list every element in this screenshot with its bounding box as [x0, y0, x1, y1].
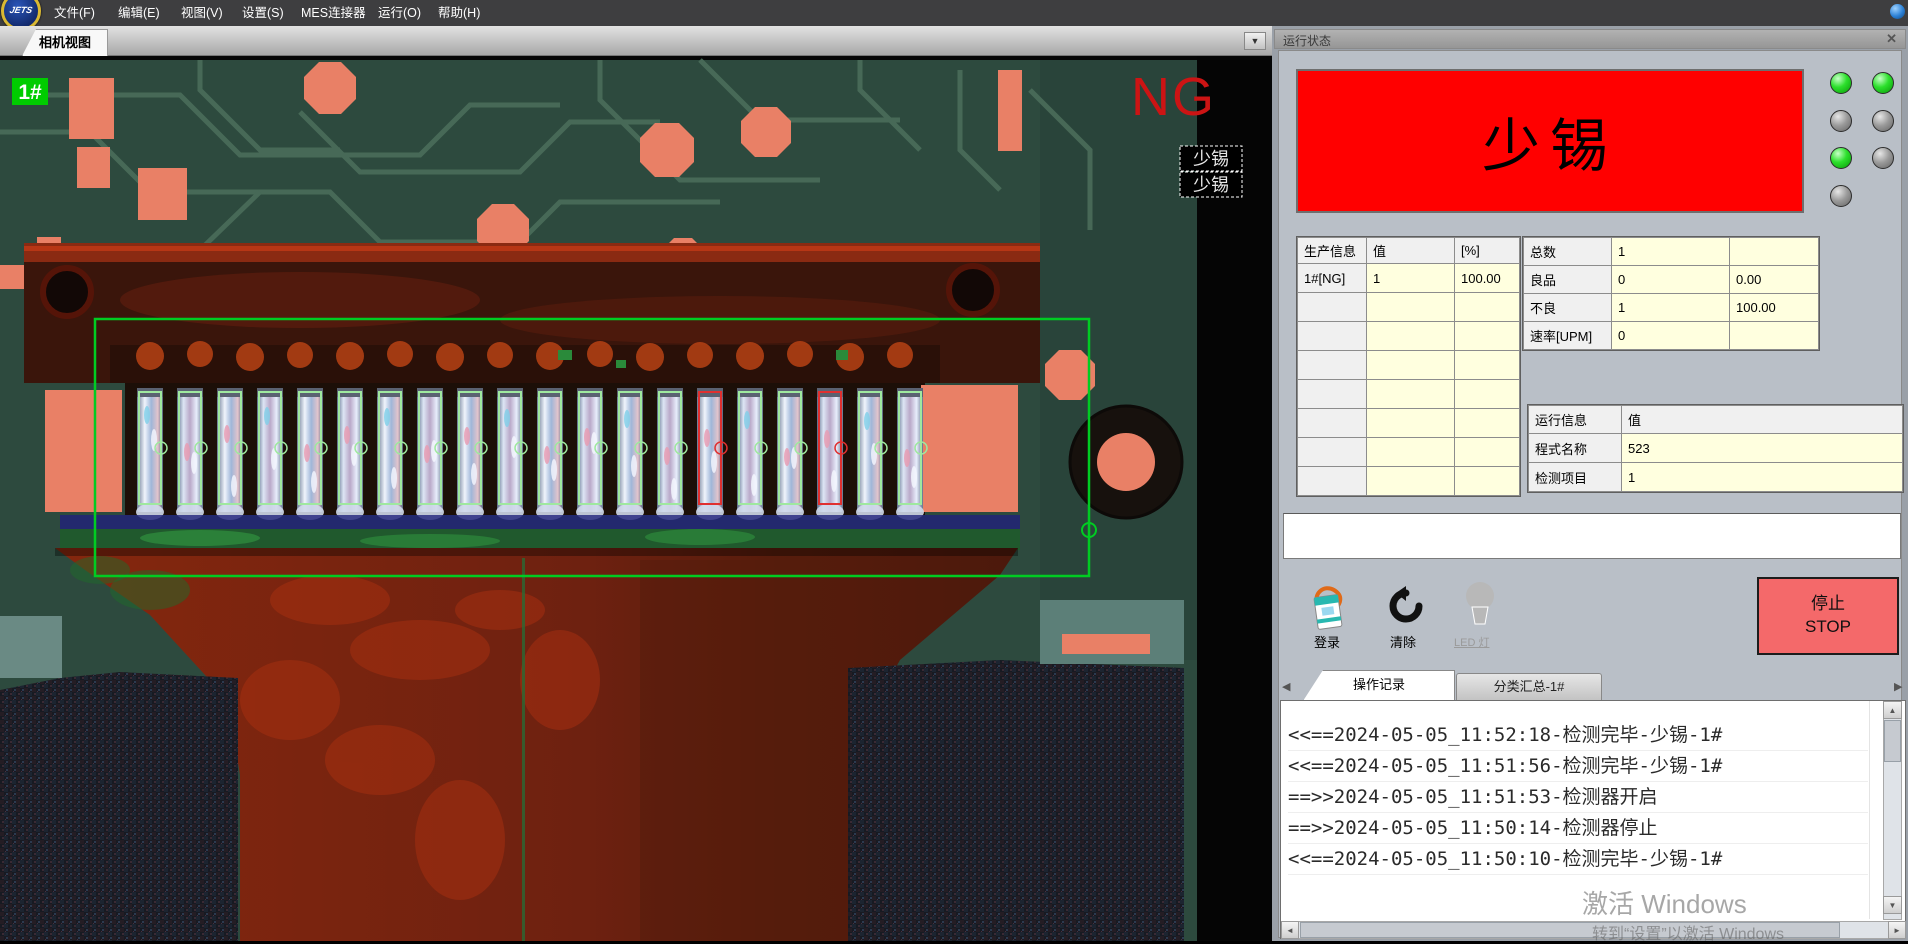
tab-operation-log[interactable]: 操作记录 — [1303, 670, 1455, 701]
alarm-text: 少锡 — [1482, 99, 1618, 183]
log-entry-4: <<==2024-05-05_11:50:10-检测完毕-少锡-1# — [1288, 844, 1868, 875]
panel-title: 运行状态 — [1283, 32, 1331, 49]
menu-item-6[interactable]: 帮助(H) — [432, 0, 486, 26]
end-pad-right — [921, 385, 1018, 512]
tab-category-summary[interactable]: 分类汇总-1# — [1456, 673, 1602, 701]
stop-label-en: STOP — [1805, 616, 1851, 639]
login-icon[interactable] — [1310, 582, 1354, 630]
scroll-left-icon[interactable]: ◄ — [1281, 921, 1299, 939]
scroll-right-icon[interactable]: ► — [1888, 921, 1906, 939]
pcb-edge-left — [0, 616, 62, 678]
windows-watermark-line2: 转到“设置”以激活 Windows — [1592, 920, 1784, 944]
app-logo-text: JETS — [3, 5, 39, 15]
stop-label-cn: 停止 — [1811, 593, 1845, 616]
cable-center-line — [522, 558, 525, 941]
indicator-light-2-1 — [1872, 147, 1894, 169]
production-table: 生产信息值[%]1#[NG]1100.00 — [1297, 237, 1520, 496]
menu-item-4[interactable]: MES连接器 — [295, 0, 372, 26]
close-icon[interactable]: ✕ — [1886, 31, 1897, 47]
camera-dropdown-button[interactable]: ▼ — [1244, 32, 1266, 50]
log-entry-2: ==>>2024-05-05_11:51:53-检测器开启 — [1288, 782, 1868, 813]
connector-hole-left — [43, 268, 91, 316]
operation-log-list: <<==2024-05-05_11:52:18-检测完毕-少锡-1#<<==20… — [1288, 720, 1868, 875]
indicator-light-2-0 — [1830, 147, 1852, 169]
login-button[interactable]: 登录 — [1314, 632, 1340, 651]
fiducial-pad — [1070, 406, 1182, 518]
defect-tag-0: 少锡 — [1193, 149, 1229, 169]
scroll-up-icon[interactable]: ▲ — [1883, 701, 1902, 719]
led-lamp-icon[interactable] — [1462, 580, 1498, 628]
connector-hole-right — [949, 266, 997, 314]
stop-button[interactable]: 停止 STOP — [1757, 577, 1899, 655]
solder-mask-band — [60, 515, 1020, 529]
log-entry-3: ==>>2024-05-05_11:50:14-检测器停止 — [1288, 813, 1868, 844]
summary-table: 总数1良品00.00不良1100.00速率[UPM]0 — [1523, 237, 1819, 350]
pcb-edge-right — [1040, 600, 1184, 664]
scroll-down-icon[interactable]: ▼ — [1883, 896, 1902, 914]
menu-item-0[interactable]: 文件(F) — [48, 0, 101, 26]
tab-camera-view[interactable]: 相机视图 — [22, 29, 108, 56]
tab-scroll-right-icon[interactable]: ▶ — [1894, 680, 1902, 693]
log-grid-line — [1869, 701, 1870, 919]
svg-text:1#: 1# — [18, 81, 42, 104]
indicator-light-0-1 — [1872, 72, 1894, 94]
led-button[interactable]: LED 灯 — [1454, 634, 1489, 650]
station-label: 1# — [12, 78, 48, 105]
titlebar-blue-icon[interactable] — [1890, 4, 1905, 19]
indicator-light-1-1 — [1872, 110, 1894, 132]
foam-left — [0, 672, 238, 941]
result-ng-label: NG — [1131, 67, 1216, 127]
connector-body — [24, 243, 1040, 383]
menu-bar: JETS 文件(F) 编辑(E) 视图(V) 设置(S)MES连接器运行(O)帮助(H… — [0, 0, 1908, 26]
menu-item-3[interactable]: 设置(S) — [236, 0, 290, 26]
indicator-light-3-0 — [1830, 185, 1852, 207]
indicator-light-0-0 — [1830, 72, 1852, 94]
runinfo-table: 运行信息值程式名称523检测项目1 — [1528, 405, 1903, 492]
tab-scroll-left-icon[interactable]: ◀ — [1282, 680, 1290, 693]
log-entry-0: <<==2024-05-05_11:52:18-检测完毕-少锡-1# — [1288, 720, 1868, 751]
panel-title-bar: 运行状态 ✕ — [1274, 29, 1906, 49]
indicator-light-1-0 — [1830, 110, 1852, 132]
menu-item-1[interactable]: 编辑(E) — [112, 0, 166, 26]
defect-tag-1: 少锡 — [1193, 175, 1229, 195]
foam-right — [848, 660, 1184, 941]
windows-watermark-line1: 激活 Windows — [1582, 884, 1747, 921]
camera-tab-bar: 相机视图 ▼ — [0, 26, 1272, 56]
menu-item-5[interactable]: 运行(O) — [372, 0, 427, 26]
v-scroll-thumb[interactable] — [1884, 720, 1901, 762]
pcb-edge-pad — [1062, 634, 1150, 654]
camera-view: 1# NG 少锡少锡 — [0, 56, 1272, 941]
clear-icon[interactable] — [1386, 586, 1426, 626]
chevron-down-icon: ▼ — [1251, 36, 1260, 46]
pin-strip — [125, 383, 925, 515]
end-pad-left — [45, 390, 122, 512]
clear-button[interactable]: 清除 — [1390, 632, 1416, 651]
message-box[interactable] — [1283, 513, 1901, 559]
menu-item-2[interactable]: 视图(V) — [175, 0, 229, 26]
alarm-box: 少锡 — [1296, 69, 1804, 213]
log-entry-1: <<==2024-05-05_11:51:56-检测完毕-少锡-1# — [1288, 751, 1868, 782]
